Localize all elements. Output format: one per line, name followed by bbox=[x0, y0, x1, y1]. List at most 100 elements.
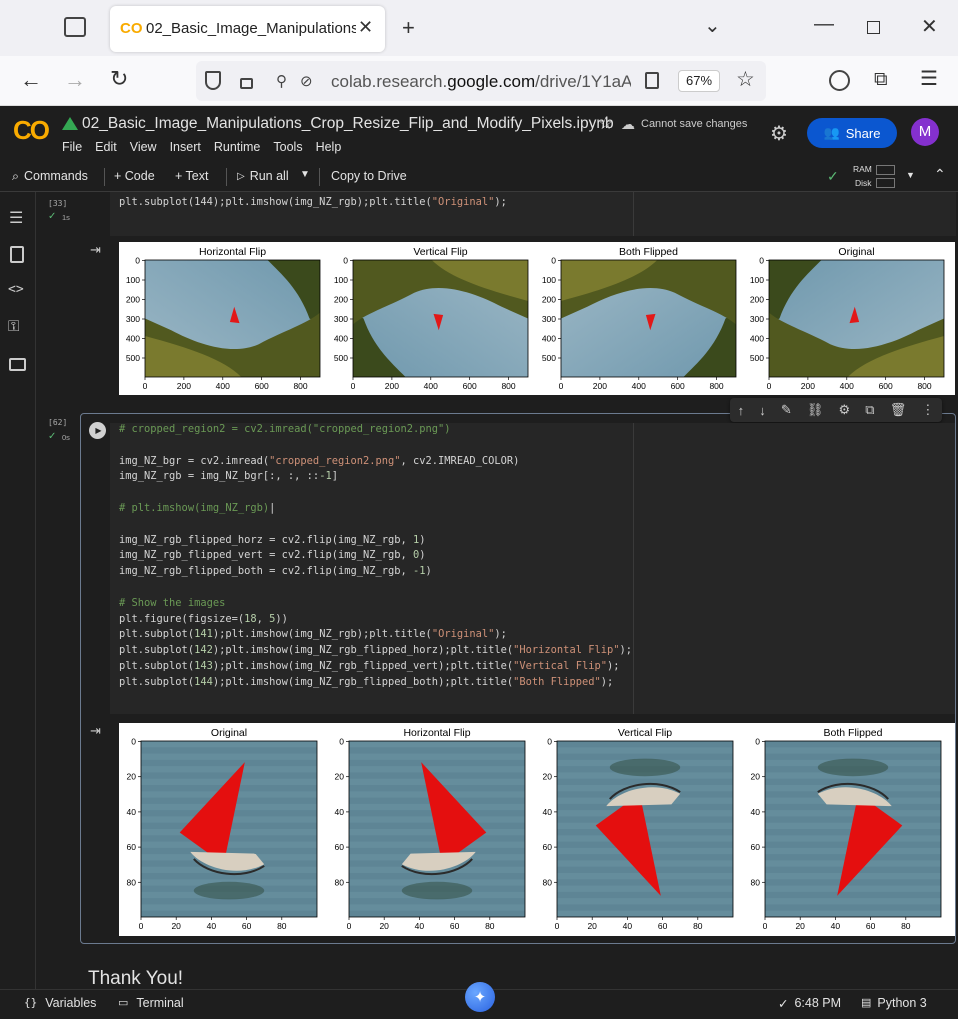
new-tab-icon[interactable]: + bbox=[402, 17, 415, 39]
edit-pen-icon[interactable]: ✎ bbox=[781, 402, 792, 418]
account-icon[interactable] bbox=[829, 70, 850, 91]
tab-list-chevron-icon[interactable]: ⌄ bbox=[704, 16, 721, 36]
run-cell-button[interactable]: ▶ bbox=[89, 422, 106, 439]
link-icon[interactable]: ⛓ bbox=[807, 402, 824, 418]
menu-runtime[interactable]: Runtime bbox=[214, 140, 261, 154]
tab-overview-icon[interactable] bbox=[64, 17, 86, 37]
disk-meter[interactable] bbox=[876, 178, 895, 188]
colab-logo[interactable]: CO bbox=[13, 115, 50, 146]
commands-label: Commands bbox=[24, 169, 88, 183]
code-snippets-icon[interactable]: <> bbox=[8, 282, 24, 297]
image-wave bbox=[557, 885, 733, 892]
y-tick-label: 200 bbox=[542, 295, 556, 305]
secrets-key-icon[interactable]: ⚿ bbox=[8, 318, 19, 335]
check-icon: ✓ bbox=[778, 997, 789, 1011]
more-vert-icon[interactable]: ⋮ bbox=[921, 402, 934, 418]
x-tick-label: 600 bbox=[255, 381, 269, 391]
variables-button[interactable]: {} Variables bbox=[24, 996, 96, 1010]
code-token: img_NZ_rgb_flipped_horz = cv2.flip(img_N… bbox=[119, 533, 414, 546]
window-close-icon[interactable]: ✕ bbox=[921, 17, 938, 37]
files-folder-icon[interactable] bbox=[9, 358, 26, 371]
forward-arrow-icon[interactable]: → bbox=[64, 69, 86, 91]
add-code-button[interactable]: + Code bbox=[114, 169, 155, 183]
copy-to-drive-button[interactable]: Copy to Drive bbox=[331, 169, 407, 183]
image-reflection bbox=[817, 758, 889, 777]
plot-figure: Horizontal Flip 0 100 200 300 400 500 0 200 400 60… bbox=[126, 246, 945, 391]
menu-view[interactable]: View bbox=[130, 140, 157, 154]
code-token: plt.subplot( bbox=[119, 628, 195, 641]
code-token: ) bbox=[425, 565, 432, 578]
y-tick-label: 0 bbox=[135, 256, 140, 266]
disk-label: Disk bbox=[855, 178, 872, 188]
output-toggle-icon[interactable]: ⇥ bbox=[90, 723, 101, 739]
commands-button[interactable]: ⌕ Commands bbox=[12, 169, 88, 184]
tab-close-icon[interactable]: ✕ bbox=[358, 17, 373, 38]
image-wave bbox=[349, 741, 525, 748]
drive-icon[interactable] bbox=[62, 117, 78, 130]
save-status[interactable]: Cannot save changes bbox=[641, 118, 747, 130]
code-line: img_NZ_rgb = img_NZ_bgr[:, :, ::-1] bbox=[119, 469, 632, 485]
run-all-button[interactable]: ▷ Run all bbox=[237, 169, 289, 184]
menu-tools[interactable]: Tools bbox=[273, 140, 302, 154]
star-icon[interactable]: ☆ bbox=[598, 114, 613, 134]
run-all-dropdown-icon[interactable]: ▼ bbox=[300, 169, 310, 180]
subplot: Horizontal Flip 0 100 200 300 400 500 0 200 400 60… bbox=[126, 246, 321, 391]
subplot: Horizontal Flip 0 20 40 60 80 0 20 40 60 80 bbox=[335, 727, 526, 931]
code-token: | bbox=[269, 501, 276, 514]
back-arrow-icon[interactable]: ← bbox=[20, 69, 42, 91]
settings-gear-icon[interactable]: ⚙ bbox=[770, 121, 788, 146]
y-tick-label: 500 bbox=[334, 353, 348, 363]
code-token: img_NZ_rgb_flipped_vert = cv2.flip(img_N… bbox=[119, 549, 414, 562]
permissions-icon[interactable]: ⚲ bbox=[276, 72, 287, 90]
minimize-icon[interactable]: — bbox=[814, 14, 834, 34]
bookmark-star-icon[interactable]: ☆ bbox=[736, 69, 755, 90]
menu-help[interactable]: Help bbox=[316, 140, 342, 154]
gemini-sparkle-button[interactable]: ✦ bbox=[465, 982, 495, 1012]
collapse-chevron-icon[interactable]: ⌃ bbox=[934, 166, 946, 183]
runtime-type[interactable]: ▤ Python 3 bbox=[861, 996, 927, 1010]
resources-dropdown-icon[interactable]: ▼ bbox=[906, 170, 915, 180]
move-down-icon[interactable]: ↓ bbox=[759, 403, 766, 418]
notebook-title[interactable]: 02_Basic_Image_Manipulations_Crop_Resize… bbox=[82, 115, 614, 133]
mirror-cell-icon[interactable]: ⧉ bbox=[865, 402, 874, 418]
zoom-level-badge[interactable]: 67% bbox=[678, 70, 720, 92]
y-tick-label: 80 bbox=[751, 877, 761, 887]
shield-icon[interactable] bbox=[205, 71, 221, 90]
y-tick-label: 40 bbox=[543, 807, 553, 817]
extensions-icon[interactable]: ⧉ bbox=[874, 70, 888, 89]
reload-icon[interactable]: ↻ bbox=[110, 68, 128, 90]
cell-settings-icon[interactable]: ⚙ bbox=[838, 402, 850, 418]
share-button[interactable]: 👥 Share bbox=[807, 118, 897, 148]
ram-meter[interactable] bbox=[876, 165, 895, 175]
y-tick-label: 80 bbox=[335, 877, 345, 887]
url-text[interactable]: colab.research.google.com/drive/1Y1aA bbox=[331, 72, 631, 92]
x-tick-label: 40 bbox=[207, 921, 217, 931]
image-wave bbox=[557, 910, 733, 917]
maximize-icon[interactable] bbox=[867, 21, 880, 34]
lock-icon[interactable] bbox=[240, 78, 253, 89]
browser-tab-active[interactable]: CO 02_Basic_Image_Manipulations_ ✕ bbox=[110, 6, 385, 52]
menu-insert[interactable]: Insert bbox=[170, 140, 201, 154]
code-token: ) bbox=[419, 549, 426, 562]
find-icon[interactable] bbox=[10, 246, 24, 263]
output-toggle-icon[interactable]: ⇥ bbox=[90, 242, 101, 258]
menu-file[interactable]: File bbox=[62, 140, 82, 154]
add-text-button[interactable]: + Text bbox=[175, 169, 208, 183]
y-tick-label: 300 bbox=[542, 314, 556, 324]
subplot-title: Both Flipped bbox=[619, 246, 678, 258]
execution-status[interactable]: ✓ 6:48 PM bbox=[778, 996, 841, 1011]
table-of-contents-icon[interactable]: ☰ bbox=[9, 208, 23, 228]
avatar[interactable]: M bbox=[911, 118, 939, 146]
y-tick-label: 40 bbox=[751, 807, 761, 817]
menu-edit[interactable]: Edit bbox=[95, 140, 117, 154]
tab-title: 02_Basic_Image_Manipulations_ bbox=[146, 20, 356, 37]
move-up-icon[interactable]: ↑ bbox=[738, 403, 745, 418]
camera-blocked-icon[interactable]: ⊘ bbox=[300, 72, 313, 90]
reader-view-icon[interactable] bbox=[645, 72, 659, 89]
terminal-button[interactable]: ▭ Terminal bbox=[118, 996, 184, 1010]
y-tick-label: 100 bbox=[126, 275, 140, 285]
x-tick-label: 800 bbox=[501, 381, 515, 391]
hamburger-menu-icon[interactable]: ☰ bbox=[920, 69, 938, 89]
delete-trash-icon[interactable]: 🗑 bbox=[890, 402, 907, 418]
